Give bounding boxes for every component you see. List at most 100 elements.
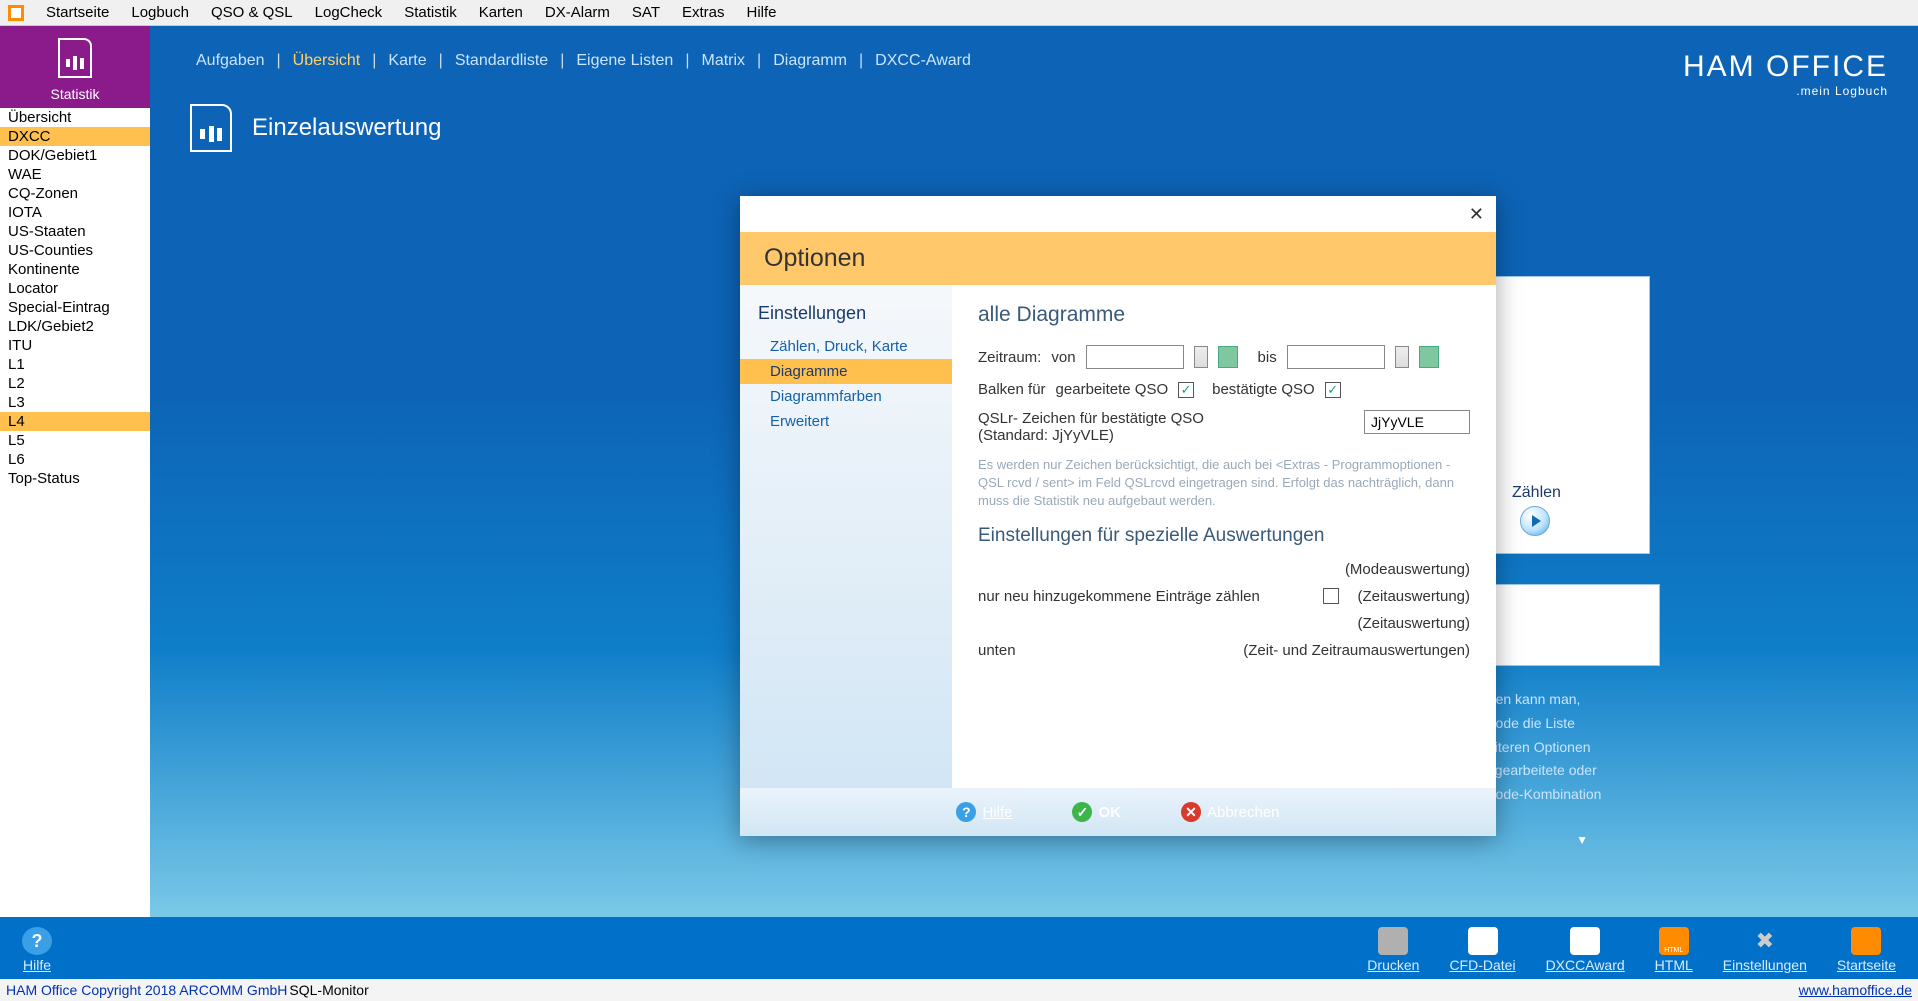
von-label: von — [1051, 349, 1075, 366]
sidebar-item-l3[interactable]: L3 — [0, 393, 150, 412]
sidebar-item--bersicht[interactable]: Übersicht — [0, 108, 150, 127]
gearbeitete-label: gearbeitete QSO — [1056, 381, 1169, 398]
subnav-aufgaben[interactable]: Aufgaben — [196, 52, 265, 70]
sidebar-item-dxcc[interactable]: DXCC — [0, 127, 150, 146]
dialog-side-diagramme[interactable]: Diagramme — [740, 359, 952, 384]
dialog-side-z-hlen-druck-karte[interactable]: Zählen, Druck, Karte — [740, 334, 952, 359]
sidebar-item-l2[interactable]: L2 — [0, 374, 150, 393]
sidebar-item-iota[interactable]: IOTA — [0, 203, 150, 222]
bottom-einstellungen-button[interactable]: Einstellungen — [1723, 927, 1807, 973]
unten-label: unten — [978, 642, 1243, 659]
zeitraum-label: Zeitraum: — [978, 349, 1041, 366]
help-icon: ? — [22, 927, 52, 955]
subnav-karte[interactable]: Karte — [388, 52, 426, 70]
neu-eintraege-label: nur neu hinzugekommene Einträge zählen — [978, 588, 1323, 605]
sql-monitor-label: SQL-Monitor — [289, 982, 368, 998]
subnav-eigene-listen[interactable]: Eigene Listen — [576, 52, 673, 70]
dialog-side-head: Einstellungen — [740, 303, 952, 334]
bottom-dxccaward-button[interactable]: DXCCAward — [1546, 927, 1625, 973]
bestaetigte-checkbox[interactable]: ✓ — [1325, 382, 1341, 398]
sidebar-item-wae[interactable]: WAE — [0, 165, 150, 184]
options-dialog: ✕ Optionen Einstellungen Zählen, Druck, … — [740, 196, 1496, 836]
menu-sat[interactable]: SAT — [632, 4, 660, 21]
website-link[interactable]: www.hamoffice.de — [1799, 982, 1912, 998]
sidebar-item-l4[interactable]: L4 — [0, 412, 150, 431]
dialog-main: alle Diagramme Zeitraum: von bis Balken … — [952, 285, 1496, 788]
dialog-ok-button[interactable]: ✓ OK — [1072, 802, 1121, 822]
qslr-input[interactable] — [1364, 410, 1470, 434]
dialog-footer: ? Hilfe ✓ OK ✕ Abbrechen — [740, 788, 1496, 836]
menu-logcheck[interactable]: LogCheck — [315, 4, 383, 21]
calendar-from-icon[interactable] — [1218, 346, 1238, 368]
brand-subtitle: .mein Logbuch — [1683, 84, 1888, 98]
page-chart-icon — [190, 104, 232, 152]
dropdown-arrow-icon[interactable]: ▼ — [1576, 833, 1588, 847]
subnav-diagramm[interactable]: Diagramm — [773, 52, 847, 70]
subnav-dxcc-award[interactable]: DXCC-Award — [875, 52, 971, 70]
date-to-spinner[interactable] — [1395, 346, 1409, 368]
home-icon[interactable] — [8, 5, 24, 21]
sidebar-item-cq-zonen[interactable]: CQ-Zonen — [0, 184, 150, 203]
sidebar-item-top-status[interactable]: Top-Status — [0, 469, 150, 488]
dialog-side-diagrammfarben[interactable]: Diagrammfarben — [740, 384, 952, 409]
dialog-title: Optionen — [740, 232, 1496, 285]
html-icon — [1659, 927, 1689, 955]
drucken-icon — [1378, 927, 1408, 955]
sidebar-item-locator[interactable]: Locator — [0, 279, 150, 298]
dialog-cancel-button[interactable]: ✕ Abbrechen — [1181, 802, 1280, 822]
menu-logbuch[interactable]: Logbuch — [131, 4, 189, 21]
calendar-to-icon[interactable] — [1419, 346, 1439, 368]
bottom-html-button[interactable]: HTML — [1655, 927, 1693, 973]
sidebar-item-l6[interactable]: L6 — [0, 450, 150, 469]
dxccaward-icon — [1570, 927, 1600, 955]
bottom-drucken-button[interactable]: Drucken — [1367, 927, 1419, 973]
menu-startseite[interactable]: Startseite — [46, 4, 109, 21]
qslr-label-1: QSLr- Zeichen für bestätigte QSO — [978, 410, 1354, 427]
date-from-spinner[interactable] — [1194, 346, 1208, 368]
dialog-help-button[interactable]: ? Hilfe — [956, 802, 1012, 822]
menu-extras[interactable]: Extras — [682, 4, 725, 21]
bottom-help-button[interactable]: ? Hilfe — [22, 927, 52, 973]
sidebar-item-ldk-gebiet2[interactable]: LDK/Gebiet2 — [0, 317, 150, 336]
statusbar: HAM Office Copyright 2018 ARCOMM GmbH SQ… — [0, 979, 1918, 1001]
date-from-input[interactable] — [1086, 345, 1184, 369]
sidebar-item-dok-gebiet1[interactable]: DOK/Gebiet1 — [0, 146, 150, 165]
bottombar: ? Hilfe Drucken CFD-Datei DXCCAward HTML Ein… — [0, 917, 1918, 979]
play-button[interactable] — [1520, 506, 1550, 536]
gearbeitete-checkbox[interactable]: ✓ — [1178, 382, 1194, 398]
ok-icon: ✓ — [1072, 802, 1092, 822]
sidebar-item-special-eintrag[interactable]: Special-Eintrag — [0, 298, 150, 317]
neu-eintraege-checkbox[interactable] — [1323, 588, 1339, 604]
sidebar-item-itu[interactable]: ITU — [0, 336, 150, 355]
subnav-matrix[interactable]: Matrix — [701, 52, 745, 70]
page-title: Einzelauswertung — [252, 114, 441, 142]
subnav--bersicht[interactable]: Übersicht — [293, 52, 361, 70]
chart-icon — [58, 38, 92, 78]
sidebar-item-us-counties[interactable]: US-Counties — [0, 241, 150, 260]
help-icon: ? — [956, 802, 976, 822]
menu-karten[interactable]: Karten — [479, 4, 523, 21]
dialog-side-erweitert[interactable]: Erweitert — [740, 409, 952, 434]
sidebar-item-kontinente[interactable]: Kontinente — [0, 260, 150, 279]
balken-label: Balken für — [978, 381, 1046, 398]
close-icon[interactable]: ✕ — [1469, 204, 1484, 225]
cancel-icon: ✕ — [1181, 802, 1201, 822]
separator: | — [685, 52, 689, 70]
qslr-label-2: (Standard: JjYyVLE) — [978, 427, 1354, 444]
sidebar-item-l5[interactable]: L5 — [0, 431, 150, 450]
sidebar: Statistik ÜbersichtDXCCDOK/Gebiet1WAECQ-… — [0, 26, 150, 917]
sidebar-item-us-staaten[interactable]: US-Staaten — [0, 222, 150, 241]
separator: | — [560, 52, 564, 70]
menu-dxalarm[interactable]: DX-Alarm — [545, 4, 610, 21]
menu-qso-qsl[interactable]: QSO & QSL — [211, 4, 293, 21]
date-to-input[interactable] — [1287, 345, 1385, 369]
brand: HAM OFFICE .mein Logbuch — [1683, 50, 1888, 98]
menu-hilfe[interactable]: Hilfe — [747, 4, 777, 21]
bottom-cfd-datei-button[interactable]: CFD-Datei — [1449, 927, 1515, 973]
cfd-datei-icon — [1468, 927, 1498, 955]
menu-statistik[interactable]: Statistik — [404, 4, 457, 21]
subnav-standardliste[interactable]: Standardliste — [455, 52, 548, 70]
sidebar-item-l1[interactable]: L1 — [0, 355, 150, 374]
bottom-startseite-button[interactable]: Startseite — [1837, 927, 1896, 973]
bis-label: bis — [1258, 349, 1277, 366]
